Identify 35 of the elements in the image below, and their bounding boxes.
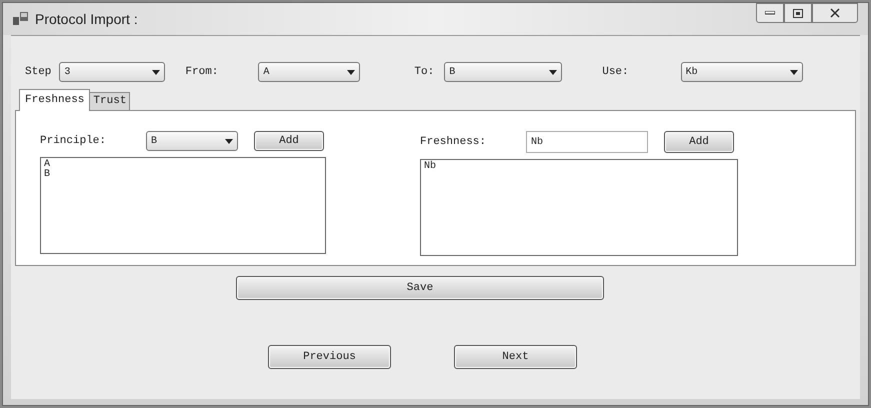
caret-icon: [790, 70, 798, 74]
maximize-icon: [793, 8, 803, 18]
caret-icon: [225, 138, 233, 144]
field-label: Principle:: [40, 134, 108, 149]
field-label: To:: [414, 64, 434, 80]
minimize-icon: [765, 11, 775, 15]
maximize-button[interactable]: [784, 3, 812, 23]
next-button[interactable]: Next: [454, 345, 577, 369]
window-title: Protocol Import :: [35, 10, 138, 29]
previous-button[interactable]: Previous: [268, 345, 391, 369]
dropdown[interactable]: B: [444, 62, 562, 82]
add-button[interactable]: Add: [254, 131, 324, 151]
tab[interactable]: Freshness: [19, 89, 90, 111]
field-label: Freshness:: [420, 134, 488, 150]
dropdown[interactable]: B: [146, 131, 238, 151]
app-icon: [13, 12, 29, 26]
list-item[interactable]: Nb: [424, 162, 734, 172]
list-item[interactable]: A: [44, 160, 322, 170]
field-label: From:: [185, 64, 218, 80]
caret-icon: [152, 70, 160, 74]
close-icon: [830, 8, 840, 18]
text-field[interactable]: Nb: [526, 131, 648, 153]
list-item[interactable]: B: [44, 170, 322, 180]
dropdown[interactable]: Kb: [680, 62, 803, 82]
minimize-button[interactable]: [756, 3, 784, 23]
save-button[interactable]: Save: [236, 276, 604, 300]
tab[interactable]: Trust: [90, 92, 130, 110]
close-button[interactable]: [812, 3, 858, 23]
caret-icon: [549, 70, 558, 74]
field-label: Use:: [602, 64, 629, 80]
dropdown[interactable]: A: [258, 62, 360, 82]
field-label: Step: [25, 64, 52, 80]
add-button[interactable]: Add: [664, 131, 734, 153]
dropdown[interactable]: 3: [59, 62, 166, 82]
caret-icon: [347, 70, 356, 74]
